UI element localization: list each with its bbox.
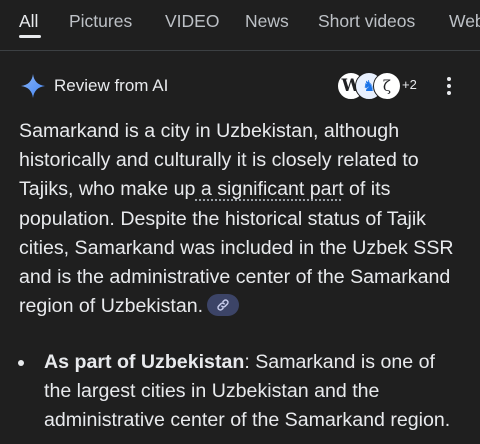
- summary-highlight[interactable]: a significant part: [195, 178, 344, 200]
- search-tabs: All Pictures VIDEO News Short videos Web: [0, 0, 480, 51]
- list-item: As part of Uzbekistan: Samarkand is one …: [0, 348, 464, 436]
- tab-all[interactable]: All: [19, 10, 38, 32]
- more-vertical-icon[interactable]: [438, 74, 460, 98]
- tab-news[interactable]: News: [245, 10, 289, 32]
- ai-overview-title: Review from AI: [54, 76, 169, 95]
- source-icons-button[interactable]: W ♞ ζ +2: [337, 72, 427, 100]
- link-icon: [217, 299, 229, 311]
- bullet-heading: As part of Uzbekistan: [44, 351, 245, 373]
- more-sources-count: +2: [402, 77, 417, 92]
- ai-overview-header: Review from AI W ♞ ζ +2: [0, 60, 480, 110]
- active-tab-indicator: [19, 35, 41, 38]
- ai-bullet-list: As part of Uzbekistan: Samarkand is one …: [0, 348, 480, 436]
- bullet-icon: [18, 360, 24, 366]
- gemini-spark-icon: [21, 74, 45, 98]
- citation-link-button[interactable]: [207, 294, 240, 317]
- ai-summary-paragraph: Samarkand is a city in Uzbekistan, altho…: [19, 117, 464, 321]
- tab-video[interactable]: VIDEO: [165, 10, 219, 32]
- tab-pictures[interactable]: Pictures: [69, 10, 132, 32]
- source-icon-3: ζ: [373, 72, 401, 100]
- tab-short-videos[interactable]: Short videos: [318, 10, 415, 32]
- tab-web[interactable]: Web: [449, 10, 480, 32]
